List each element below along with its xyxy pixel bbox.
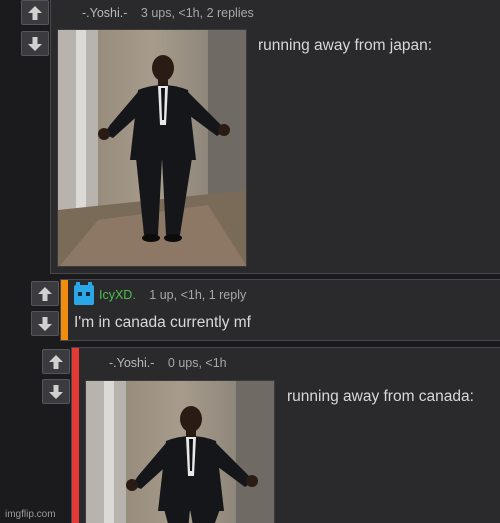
arrow-up-icon xyxy=(38,286,52,301)
upvote-button[interactable] xyxy=(42,349,70,374)
arrow-down-icon xyxy=(28,36,42,51)
meme-image[interactable] xyxy=(85,380,275,523)
reply-comment: IcyXD. 1 up, <1h, 1 reply I'm in canada … xyxy=(60,279,500,341)
watermark: imgflip.com xyxy=(5,509,56,520)
downvote-button[interactable] xyxy=(42,379,70,404)
comment-meta: -.Yoshi.- 3 ups, <1h, 2 replies xyxy=(82,6,254,20)
arrow-up-icon xyxy=(28,5,42,20)
upvote-button[interactable] xyxy=(31,281,59,306)
username-link[interactable]: IcyXD. xyxy=(99,288,136,302)
comment-meta: -.Yoshi.- 0 ups, <1h xyxy=(109,356,227,370)
comment-text: running away from canada: xyxy=(287,388,474,405)
man-in-suit-meme-image xyxy=(86,381,274,523)
comment-info: 1 up, <1h, 1 reply xyxy=(149,288,247,302)
comment: -.Yoshi.- 3 ups, <1h, 2 replies running … xyxy=(50,0,500,274)
comment-info: 3 ups, <1h, 2 replies xyxy=(140,6,254,20)
arrow-down-icon xyxy=(49,384,63,399)
comment-info: 0 ups, <1h xyxy=(167,356,227,370)
comment-meta: IcyXD. 1 up, <1h, 1 reply xyxy=(99,288,246,302)
comment-text: I'm in canada currently mf xyxy=(74,314,251,331)
pixel-creature-avatar-icon[interactable] xyxy=(74,282,94,305)
arrow-up-icon xyxy=(49,354,63,369)
reply-accent-bar xyxy=(61,280,68,340)
upvote-button[interactable] xyxy=(21,0,49,25)
reply-accent-bar xyxy=(72,348,79,523)
username-link[interactable]: -.Yoshi.- xyxy=(109,356,154,370)
man-in-suit-meme-image xyxy=(58,30,246,266)
arrow-down-icon xyxy=(38,316,52,331)
reply-comment: -.Yoshi.- 0 ups, <1h running away from c… xyxy=(71,347,500,523)
username-link[interactable]: -.Yoshi.- xyxy=(82,6,127,20)
comment-text: running away from japan: xyxy=(258,37,433,54)
downvote-button[interactable] xyxy=(31,311,59,336)
meme-image[interactable] xyxy=(57,29,247,267)
downvote-button[interactable] xyxy=(21,31,49,56)
